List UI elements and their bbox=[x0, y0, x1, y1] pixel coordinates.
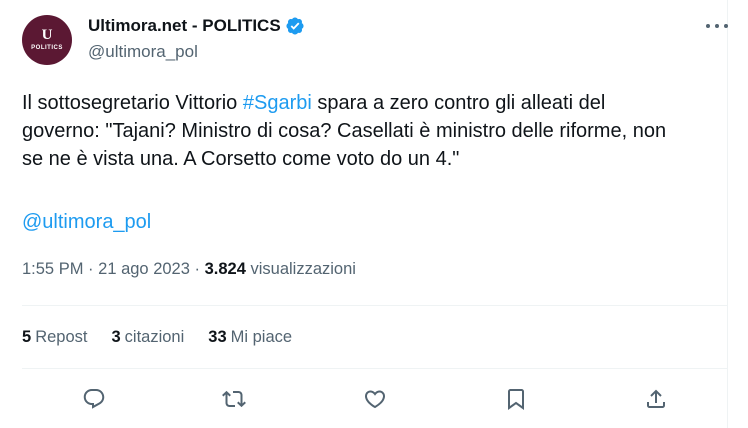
reposts-stat[interactable]: 5 Repost bbox=[22, 326, 87, 348]
separator: · bbox=[194, 260, 205, 278]
verified-badge-icon[interactable] bbox=[285, 16, 305, 36]
tweet-text-line-3: se ne è vista una. A Corsetto come voto … bbox=[22, 148, 460, 170]
divider bbox=[22, 368, 728, 369]
like-icon[interactable] bbox=[362, 386, 388, 412]
tweet-text: Il sottosegretario Vittorio #Sgarbi spar… bbox=[22, 89, 727, 173]
display-name[interactable]: Ultimora.net - POLITICS bbox=[88, 15, 281, 37]
tweet-date[interactable]: 21 ago 2023 bbox=[98, 260, 190, 278]
tweet-time[interactable]: 1:55 PM bbox=[22, 260, 83, 278]
likes-stat[interactable]: 33 Mi piace bbox=[208, 326, 292, 348]
bookmark-icon[interactable] bbox=[503, 386, 529, 412]
avatar-logo-text: POLITICS bbox=[31, 45, 63, 51]
tweet-text-line-2: governo: "Tajani? Ministro di cosa? Case… bbox=[22, 120, 667, 142]
reposts-label: Repost bbox=[35, 328, 88, 346]
quotes-label: citazioni bbox=[124, 328, 185, 346]
avatar[interactable]: U POLITICS bbox=[22, 15, 72, 65]
share-icon[interactable] bbox=[643, 386, 669, 412]
text-fragment: Il sottosegretario Vittorio bbox=[22, 92, 243, 114]
repost-icon[interactable] bbox=[221, 386, 247, 412]
author-handle[interactable]: @ultimora_pol bbox=[88, 41, 198, 63]
quotes-stat[interactable]: 3 citazioni bbox=[111, 326, 184, 348]
quotes-count: 3 bbox=[111, 328, 121, 346]
tweet-meta: 1:55 PM · 21 ago 2023 · 3.824 visualizza… bbox=[22, 258, 356, 280]
action-bar bbox=[0, 386, 748, 412]
avatar-logo: U bbox=[41, 27, 53, 43]
hashtag-link[interactable]: #Sgarbi bbox=[243, 92, 312, 114]
likes-count: 33 bbox=[208, 328, 227, 346]
tweet-card: U POLITICS Ultimora.net - POLITICS @ulti… bbox=[0, 0, 748, 428]
reply-icon[interactable] bbox=[81, 386, 107, 412]
separator: · bbox=[88, 260, 99, 278]
more-icon[interactable] bbox=[706, 16, 728, 36]
likes-label: Mi piace bbox=[230, 328, 293, 346]
author-row: Ultimora.net - POLITICS bbox=[88, 15, 305, 37]
engagement-stats: 5 Repost 3 citazioni 33 Mi piace bbox=[22, 326, 316, 348]
mention-link[interactable]: @ultimora_pol bbox=[22, 208, 151, 236]
text-fragment: spara a zero contro gli alleati del bbox=[311, 92, 606, 114]
views-label: visualizzazioni bbox=[250, 260, 356, 278]
reposts-count: 5 bbox=[22, 328, 32, 346]
views-count: 3.824 bbox=[204, 260, 246, 278]
divider bbox=[22, 305, 728, 306]
tweet-text-line-1: Il sottosegretario Vittorio #Sgarbi spar… bbox=[22, 89, 727, 117]
